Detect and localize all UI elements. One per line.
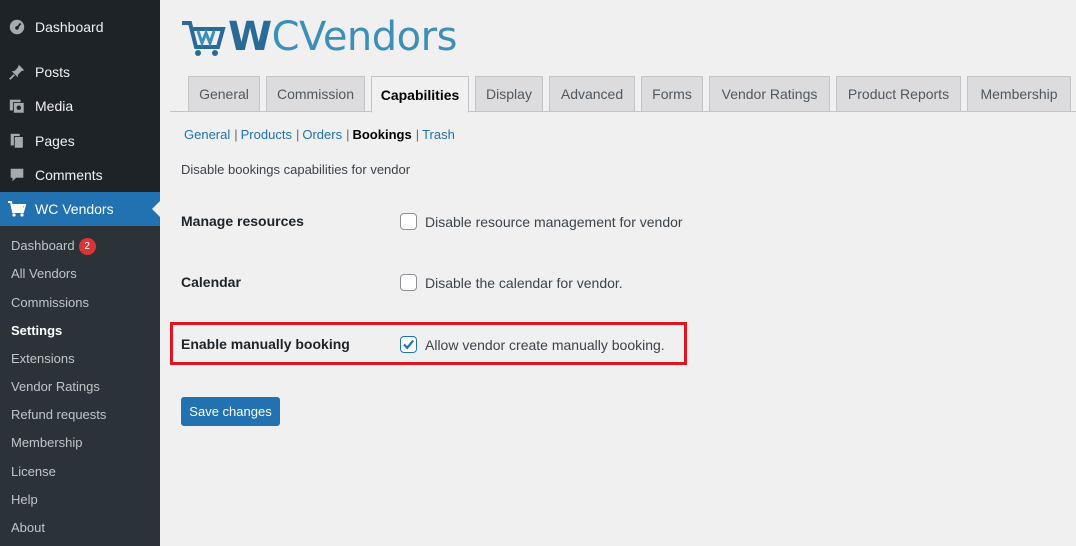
subnav-bookings[interactable]: Bookings: [352, 127, 411, 142]
subnav-separator: |: [415, 127, 420, 142]
calendar-label: Calendar: [181, 274, 241, 290]
calendar-description: Disable the calendar for vendor.: [425, 274, 623, 291]
dashboard-icon: [7, 17, 27, 37]
menu-posts[interactable]: Posts: [0, 55, 160, 89]
enable-manually-booking-description: Allow vendor create manually booking.: [425, 336, 665, 353]
subnav-separator: |: [295, 127, 300, 142]
submenu-refund-requests[interactable]: Refund requests: [11, 405, 106, 425]
tab-advanced[interactable]: Advanced: [549, 76, 635, 112]
submenu-settings[interactable]: Settings: [11, 321, 62, 341]
manage-resources-checkbox[interactable]: [400, 213, 417, 230]
calendar-checkbox[interactable]: [400, 274, 417, 291]
tab-forms[interactable]: Forms: [641, 76, 703, 112]
subnav-separator: |: [346, 127, 350, 142]
section-description: Disable bookings capabilities for vendor: [181, 162, 411, 177]
menu-dashboard-label: Dashboard: [35, 19, 104, 35]
tab-capabilities[interactable]: Capabilities: [371, 76, 469, 113]
menu-media-label: Media: [35, 98, 74, 114]
submenu-extensions[interactable]: Extensions: [11, 349, 75, 369]
menu-comments-label: Comments: [35, 167, 103, 183]
submenu-commissions[interactable]: Commissions: [11, 293, 89, 313]
menu-wc-vendors[interactable]: WC Vendors: [0, 192, 160, 226]
pages-icon: [7, 131, 27, 151]
menu-posts-label: Posts: [35, 64, 71, 80]
menu-pages[interactable]: Pages: [0, 124, 160, 158]
cart-icon: [7, 199, 27, 219]
subnav-orders[interactable]: Orders: [302, 127, 342, 142]
save-changes-button[interactable]: Save changes: [181, 397, 280, 426]
menu-wc-vendors-label: WC Vendors: [35, 201, 114, 217]
submenu-dashboard[interactable]: Dashboard 2: [11, 236, 96, 256]
subnav-separator: |: [234, 127, 238, 142]
submenu-license[interactable]: License: [11, 462, 56, 482]
tab-general[interactable]: General: [188, 76, 260, 112]
calendar-field[interactable]: Disable the calendar for vendor.: [400, 274, 623, 291]
enable-manually-booking-field[interactable]: Allow vendor create manually booking.: [400, 336, 665, 353]
submenu-all-vendors[interactable]: All Vendors: [11, 264, 77, 284]
menu-dashboard[interactable]: Dashboard: [0, 10, 160, 44]
capabilities-subnav: General | Products | Orders | Bookings | Trash: [184, 127, 455, 142]
tab-product-reports[interactable]: Product Reports: [836, 76, 961, 112]
tab-membership[interactable]: Membership: [967, 76, 1071, 112]
submenu-membership[interactable]: Membership: [11, 433, 83, 453]
wc-vendors-submenu: Dashboard 2 All Vendors Commissions Setti…: [0, 226, 160, 546]
enable-manually-booking-label: Enable manually booking: [181, 336, 350, 352]
subnav-trash[interactable]: Trash: [422, 127, 455, 142]
submenu-help[interactable]: Help: [11, 490, 38, 510]
manage-resources-description: Disable resource management for vendor: [425, 213, 683, 230]
comments-icon: [7, 165, 27, 185]
tab-display[interactable]: Display: [475, 76, 543, 112]
checkmark-icon: [403, 339, 415, 350]
manage-resources-field[interactable]: Disable resource management for vendor: [400, 213, 683, 230]
logo-cart-icon: [182, 21, 226, 56]
tab-vendor-ratings[interactable]: Vendor Ratings: [709, 76, 830, 112]
submenu-dashboard-label: Dashboard: [11, 238, 75, 253]
submenu-vendor-ratings[interactable]: Vendor Ratings: [11, 377, 100, 397]
pin-icon: [7, 62, 27, 82]
manage-resources-label: Manage resources: [181, 213, 304, 229]
menu-comments[interactable]: Comments: [0, 158, 160, 192]
update-count-badge: 2: [78, 238, 96, 255]
enable-manually-booking-checkbox[interactable]: [400, 336, 417, 353]
logo-text: WCVendors: [228, 14, 457, 60]
media-icon: [7, 96, 27, 116]
tab-commission[interactable]: Commission: [266, 76, 365, 112]
subnav-general[interactable]: General: [184, 127, 230, 142]
subnav-products[interactable]: Products: [241, 127, 292, 142]
wc-vendors-logo: WCVendors: [180, 14, 457, 60]
menu-pages-label: Pages: [35, 133, 75, 149]
menu-media[interactable]: Media: [0, 89, 160, 123]
submenu-about[interactable]: About: [11, 518, 45, 538]
admin-sidebar: Dashboard Posts Media Pages Comments WC …: [0, 0, 160, 546]
